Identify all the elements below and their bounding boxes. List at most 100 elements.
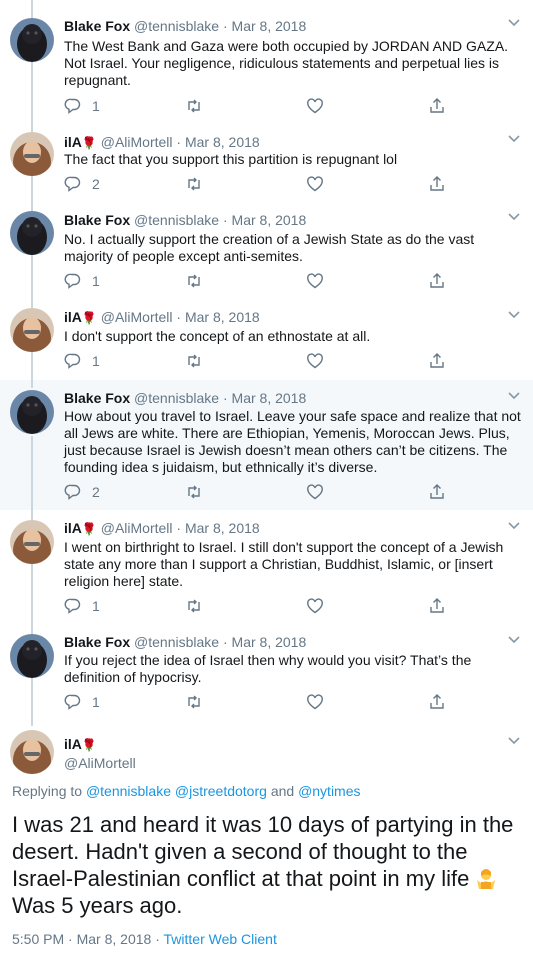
heart-icon — [307, 484, 323, 500]
reply-button[interactable]: 1 — [64, 693, 100, 711]
chevron-down-icon[interactable] — [507, 210, 521, 224]
tweet-actions: 2 — [64, 175, 464, 195]
reply-count: 1 — [92, 273, 100, 289]
avatar[interactable] — [10, 520, 54, 564]
reply-mention[interactable]: @tennisblake — [86, 783, 171, 799]
tweet-date[interactable]: Mar 8, 2018 — [232, 634, 307, 650]
share-button[interactable] — [428, 175, 446, 193]
rose-icon: 🌹 — [81, 738, 97, 752]
display-name[interactable]: Blake Fox — [64, 212, 130, 228]
chevron-down-icon[interactable] — [507, 132, 521, 146]
avatar[interactable] — [10, 634, 54, 678]
avatar[interactable] — [10, 730, 54, 774]
share-icon — [430, 353, 444, 368]
display-name[interactable]: ilA — [64, 520, 82, 536]
reply-mention[interactable]: @nytimes — [298, 783, 360, 799]
retweet-button[interactable] — [185, 97, 203, 115]
tweet-actions: 1 — [64, 597, 464, 617]
main-text-part: Was 5 years ago. — [12, 893, 183, 918]
tweet-date[interactable]: Mar 8, 2018 — [232, 18, 307, 34]
avatar[interactable] — [10, 18, 54, 62]
reply-mention[interactable]: @jstreetdotorg — [175, 783, 267, 799]
tweet[interactable]: Blake Fox @tennisblake · Mar 8, 2018 No.… — [0, 202, 533, 298]
tweet-header: Blake Fox @tennisblake · Mar 8, 2018 — [64, 17, 306, 35]
avatar[interactable] — [10, 211, 54, 255]
tweet[interactable]: Blake Fox @tennisblake · Mar 8, 2018 How… — [0, 380, 533, 510]
display-name[interactable]: ilA — [64, 309, 82, 325]
share-button[interactable] — [428, 693, 446, 711]
like-button[interactable] — [306, 97, 324, 115]
tweet-date[interactable]: Mar 8, 2018 — [185, 309, 260, 325]
share-button[interactable] — [428, 352, 446, 370]
tweet-date[interactable]: Mar 8, 2018 — [185, 134, 260, 150]
handle[interactable]: @tennisblake — [134, 212, 219, 228]
share-button[interactable] — [428, 97, 446, 115]
tweet-header: ilA🌹 @AliMortell · Mar 8, 2018 — [64, 308, 260, 327]
retweet-button[interactable] — [185, 693, 203, 711]
retweet-button[interactable] — [185, 352, 203, 370]
tweet[interactable]: ilA🌹 @AliMortell · Mar 8, 2018 I don't s… — [0, 298, 533, 380]
reply-button[interactable]: 1 — [64, 352, 100, 370]
avatar[interactable] — [10, 390, 54, 434]
tweet[interactable]: ilA🌹 @AliMortell · Mar 8, 2018 The fact … — [0, 124, 533, 202]
handle[interactable]: @tennisblake — [134, 390, 219, 406]
like-button[interactable] — [306, 597, 324, 615]
author-block[interactable]: ilA🌹 @AliMortell — [64, 735, 136, 772]
chevron-down-icon[interactable] — [507, 519, 521, 533]
reply-button[interactable]: 2 — [64, 175, 100, 193]
separator-dot: · — [222, 18, 228, 34]
rose-icon: 🌹 — [81, 311, 97, 325]
avatar[interactable] — [10, 308, 54, 352]
reply-button[interactable]: 1 — [64, 597, 100, 615]
share-icon — [430, 98, 444, 113]
share-button[interactable] — [428, 483, 446, 501]
display-name[interactable]: ilA — [64, 736, 82, 752]
reply-button[interactable]: 2 — [64, 483, 100, 501]
thread-line — [31, 380, 33, 388]
like-button[interactable] — [306, 175, 324, 193]
chevron-down-icon[interactable] — [507, 633, 521, 647]
heart-icon — [307, 176, 323, 192]
retweet-button[interactable] — [185, 175, 203, 193]
separator-dot: · — [155, 931, 160, 947]
tweet-date[interactable]: Mar 8, 2018 — [232, 390, 307, 406]
share-button[interactable] — [428, 272, 446, 290]
tweet-date[interactable]: Mar 8, 2018 — [232, 212, 307, 228]
handle[interactable]: @AliMortell — [64, 754, 136, 772]
handle[interactable]: @AliMortell — [101, 309, 173, 325]
handle[interactable]: @tennisblake — [134, 634, 219, 650]
tweet-time[interactable]: 5:50 PM — [12, 931, 64, 947]
tweet-text: I don't support the concept of an ethnos… — [64, 328, 371, 344]
handle[interactable]: @tennisblake — [134, 18, 219, 34]
reply-button[interactable]: 1 — [64, 97, 100, 115]
reply-icon — [64, 694, 81, 710]
display-name[interactable]: Blake Fox — [64, 634, 130, 650]
tweet-date[interactable]: Mar 8, 2018 — [185, 520, 260, 536]
like-button[interactable] — [306, 483, 324, 501]
chevron-down-icon[interactable] — [507, 734, 521, 748]
tweet-date[interactable]: Mar 8, 2018 — [77, 931, 152, 947]
chevron-down-icon[interactable] — [507, 308, 521, 322]
display-name[interactable]: ilA — [64, 134, 82, 150]
like-button[interactable] — [306, 272, 324, 290]
tweet-meta: 5:50 PM · Mar 8, 2018 · Twitter Web Clie… — [12, 931, 277, 947]
avatar[interactable] — [10, 132, 54, 176]
retweet-button[interactable] — [185, 483, 203, 501]
tweet[interactable]: ilA🌹 @AliMortell · Mar 8, 2018 I went on… — [0, 510, 533, 624]
chevron-down-icon[interactable] — [507, 16, 521, 30]
handle[interactable]: @AliMortell — [101, 520, 173, 536]
like-button[interactable] — [306, 352, 324, 370]
share-button[interactable] — [428, 597, 446, 615]
display-name[interactable]: Blake Fox — [64, 18, 130, 34]
chevron-down-icon[interactable] — [507, 389, 521, 403]
display-name[interactable]: Blake Fox — [64, 390, 130, 406]
retweet-button[interactable] — [185, 597, 203, 615]
tweet[interactable]: Blake Fox @tennisblake · Mar 8, 2018 If … — [0, 624, 533, 718]
retweet-button[interactable] — [185, 272, 203, 290]
reply-button[interactable]: 1 — [64, 272, 100, 290]
client-link[interactable]: Twitter Web Client — [164, 931, 277, 947]
tweet-actions: 2 — [64, 483, 464, 503]
like-button[interactable] — [306, 693, 324, 711]
tweet[interactable]: Blake Fox @tennisblake · Mar 8, 2018 The… — [0, 0, 533, 124]
handle[interactable]: @AliMortell — [101, 134, 173, 150]
